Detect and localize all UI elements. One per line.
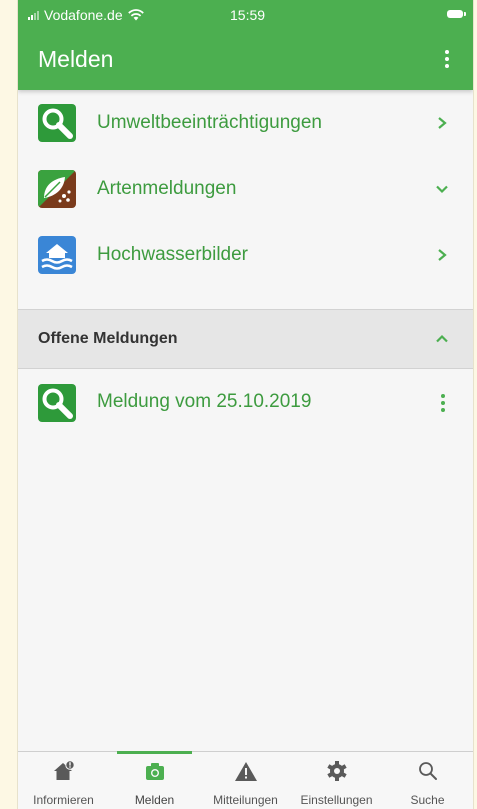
battery-icon — [447, 10, 466, 18]
nav-item-einstellungen[interactable]: Einstellungen — [291, 752, 382, 809]
status-bar: Vodafone.de 15:59 — [18, 0, 473, 30]
nav-label: Einstellungen — [300, 793, 373, 807]
carrier-name: Vodafone.de — [44, 7, 123, 23]
magnifier-icon — [38, 104, 76, 142]
wifi-icon — [127, 9, 144, 21]
menu-item-hochwasserbilder[interactable]: Hochwasserbilder — [18, 222, 473, 288]
nav-item-informieren[interactable]: Informieren — [18, 752, 109, 809]
menu-item-artenmeldungen[interactable]: Artenmeldungen — [18, 156, 473, 222]
menu-item-umweltbeeintraechtigungen[interactable]: Umweltbeeinträchtigungen — [18, 90, 473, 156]
search-icon — [418, 762, 437, 780]
nav-label: Melden — [134, 793, 175, 807]
status-time: 15:59 — [230, 7, 266, 23]
nav-item-mitteilungen[interactable]: Mitteilungen — [200, 752, 291, 809]
bottom-navigation: Informieren Melden Mitteilungen Einstell… — [18, 751, 473, 809]
report-options-button[interactable] — [438, 389, 448, 417]
status-left: Vodafone.de — [28, 7, 144, 23]
page-title: Melden — [38, 46, 114, 72]
leaf-species-icon — [38, 170, 76, 208]
app-bar: Vodafone.de 15:59 Melden — [18, 0, 473, 90]
warning-icon — [234, 762, 257, 781]
flood-house-icon — [38, 236, 76, 274]
nav-label: Mitteilungen — [213, 793, 278, 807]
nav-label: Suche — [410, 793, 445, 807]
open-reports-header[interactable]: Offene Meldungen — [18, 309, 473, 369]
nav-label: Informieren — [33, 793, 94, 807]
nav-item-suche[interactable]: Suche — [382, 752, 473, 809]
signal-icon — [28, 10, 39, 20]
menu-item-label: Hochwasserbilder — [97, 244, 249, 265]
chevron-right-icon — [438, 117, 447, 129]
chevron-down-icon — [436, 185, 448, 194]
menu-item-label: Artenmeldungen — [97, 178, 237, 199]
chevron-right-icon — [438, 249, 447, 261]
magnifier-icon — [38, 384, 76, 422]
nav-item-melden[interactable]: Melden — [109, 751, 200, 809]
house-info-icon — [53, 760, 75, 780]
open-report-item[interactable]: Meldung vom 25.10.2019 — [18, 370, 473, 436]
section-title: Offene Meldungen — [38, 330, 178, 347]
chevron-up-icon — [436, 334, 448, 343]
menu-item-label: Umweltbeeinträchtigungen — [97, 112, 322, 133]
gear-icon — [326, 761, 347, 781]
camera-icon — [145, 763, 164, 780]
report-type-list: Umweltbeeinträchtigungen Artenmeldungen — [18, 90, 473, 288]
overflow-menu-button[interactable] — [439, 44, 455, 74]
open-report-label: Meldung vom 25.10.2019 — [97, 391, 312, 412]
app-screen: Vodafone.de 15:59 Melden Umweltbeeinträc… — [18, 0, 473, 809]
